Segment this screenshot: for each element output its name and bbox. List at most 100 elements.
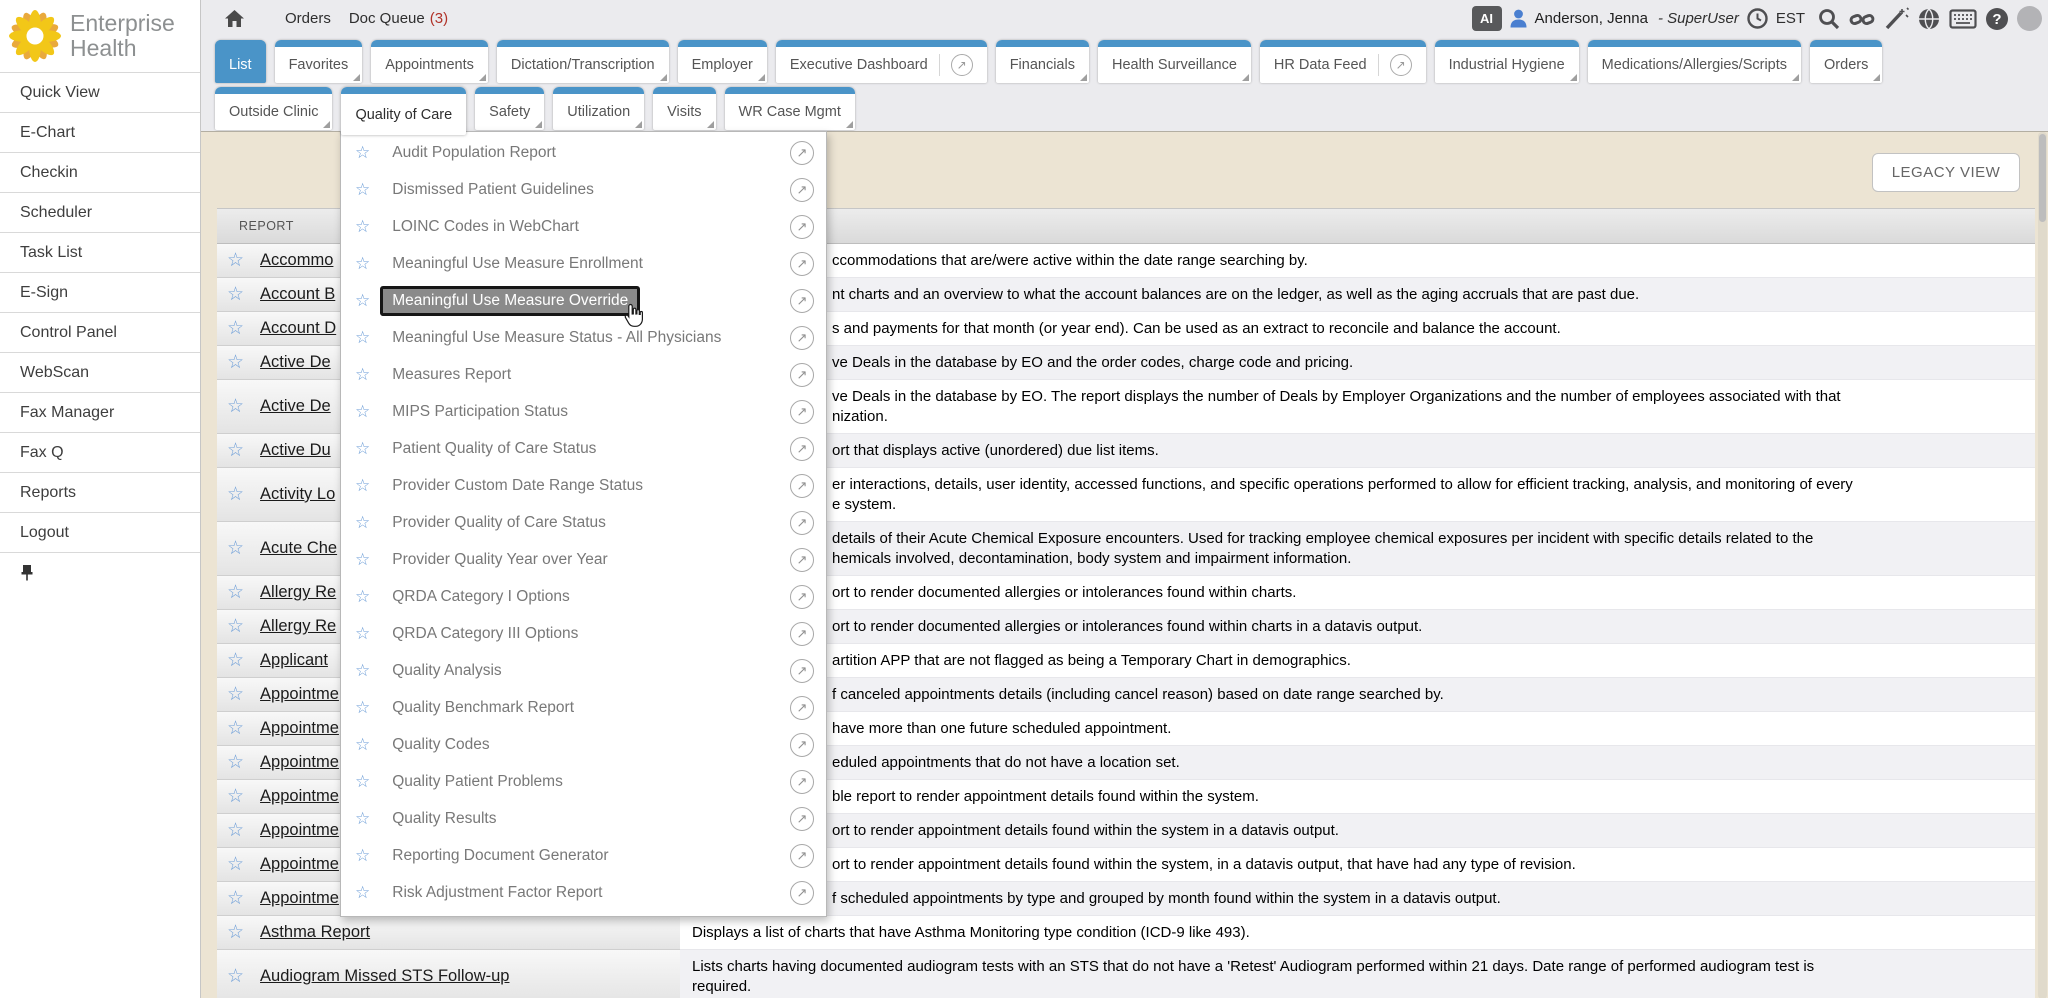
wand-icon[interactable] [1883, 7, 1909, 31]
favorite-star-icon[interactable] [227, 397, 244, 416]
menu-item[interactable]: Reporting Document Generator [341, 837, 826, 874]
sidebar-item[interactable]: Control Panel [0, 312, 200, 352]
report-link[interactable]: Acute Che [260, 539, 337, 558]
sidebar-item[interactable]: WebScan [0, 352, 200, 392]
favorite-star-icon[interactable] [355, 402, 370, 421]
open-report-icon[interactable] [790, 215, 814, 239]
favorite-star-icon[interactable] [355, 772, 370, 791]
favorite-star-icon[interactable] [355, 365, 370, 384]
menu-item[interactable]: Quality Results [341, 800, 826, 837]
link-icon[interactable] [1849, 7, 1875, 31]
report-link[interactable]: Appointme [260, 889, 339, 908]
favorite-star-icon[interactable] [355, 809, 370, 828]
sidebar-item[interactable]: E-Chart [0, 112, 200, 152]
open-report-icon[interactable] [790, 511, 814, 535]
favorite-star-icon[interactable] [227, 353, 244, 372]
favorite-star-icon[interactable] [227, 251, 244, 270]
open-report-icon[interactable] [790, 289, 814, 313]
favorite-star-icon[interactable] [227, 651, 244, 670]
menu-item[interactable]: Quality Codes [341, 726, 826, 763]
sidebar-item[interactable]: Logout [0, 512, 200, 552]
clock-icon[interactable] [1747, 8, 1768, 29]
favorite-star-icon[interactable] [227, 753, 244, 772]
report-link[interactable]: Appointme [260, 821, 339, 840]
menu-item[interactable]: Provider Quality Year over Year [341, 541, 826, 578]
favorite-star-icon[interactable] [227, 787, 244, 806]
open-report-icon[interactable] [790, 770, 814, 794]
tab[interactable]: Medications/Allergies/Scripts [1588, 40, 1801, 83]
open-report-icon[interactable] [790, 622, 814, 646]
favorite-star-icon[interactable] [227, 923, 244, 942]
open-report-icon[interactable] [790, 659, 814, 683]
open-report-icon[interactable] [790, 141, 814, 165]
open-report-icon[interactable] [790, 178, 814, 202]
breadcrumb-doc-queue[interactable]: Doc Queue [349, 10, 425, 27]
tab[interactable]: Quality of Care [341, 87, 466, 135]
open-report-icon[interactable] [790, 437, 814, 461]
menu-item[interactable]: Provider Quality of Care Status [341, 504, 826, 541]
tab[interactable]: Appointments [371, 40, 488, 83]
menu-item[interactable]: MIPS Participation Status [341, 393, 826, 430]
pin-icon[interactable] [20, 564, 34, 581]
report-link[interactable]: Accommo [260, 251, 333, 270]
report-link[interactable]: Appointme [260, 855, 339, 874]
menu-item[interactable]: Patient Quality of Care Status [341, 430, 826, 467]
report-link[interactable]: Appointme [260, 685, 339, 704]
favorite-star-icon[interactable] [355, 846, 370, 865]
tab[interactable]: Orders [1810, 40, 1882, 83]
tab[interactable]: List [215, 40, 266, 83]
user-name[interactable]: Anderson, Jenna [1535, 10, 1648, 27]
sidebar-item[interactable]: Reports [0, 472, 200, 512]
sidebar-item[interactable]: E-Sign [0, 272, 200, 312]
open-report-icon[interactable] [790, 326, 814, 350]
favorite-star-icon[interactable] [355, 735, 370, 754]
tab[interactable]: Safety [475, 87, 544, 130]
sidebar-item[interactable]: Fax Q [0, 432, 200, 472]
favorite-star-icon[interactable] [227, 485, 244, 504]
report-link[interactable]: Account B [260, 285, 335, 304]
open-report-icon[interactable] [790, 363, 814, 387]
tab[interactable]: Industrial Hygiene [1435, 40, 1579, 83]
sidebar-item[interactable]: Quick View [0, 72, 200, 112]
open-report-icon[interactable] [790, 252, 814, 276]
favorite-star-icon[interactable] [355, 698, 370, 717]
open-report-icon[interactable] [790, 474, 814, 498]
tab[interactable]: Executive Dashboard [776, 40, 987, 83]
menu-item[interactable]: QRDA Category I Options [341, 578, 826, 615]
sidebar-item[interactable]: Scheduler [0, 192, 200, 232]
report-link[interactable]: Active Du [260, 441, 331, 460]
breadcrumb-orders[interactable]: Orders [285, 10, 331, 27]
menu-item[interactable]: Measures Report [341, 356, 826, 393]
sidebar-item[interactable]: Checkin [0, 152, 200, 192]
favorite-star-icon[interactable] [227, 319, 244, 338]
ai-badge[interactable]: AI [1472, 6, 1502, 31]
open-report-icon[interactable] [790, 400, 814, 424]
keyboard-icon[interactable] [1949, 9, 1977, 29]
sidebar-item[interactable]: Task List [0, 232, 200, 272]
favorite-star-icon[interactable] [355, 550, 370, 569]
favorite-star-icon[interactable] [227, 617, 244, 636]
tab[interactable]: WR Case Mgmt [725, 87, 855, 130]
search-icon[interactable] [1817, 7, 1841, 31]
open-report-icon[interactable] [790, 548, 814, 572]
tab[interactable]: HR Data Feed [1260, 40, 1426, 83]
open-report-icon[interactable] [790, 733, 814, 757]
avatar[interactable] [2017, 6, 2042, 31]
report-link[interactable]: Active De [260, 353, 331, 372]
home-icon[interactable] [224, 9, 245, 28]
favorite-star-icon[interactable] [355, 439, 370, 458]
menu-item[interactable]: Meaningful Use Measure Enrollment [341, 245, 826, 282]
menu-item[interactable]: QRDA Category III Options [341, 615, 826, 652]
report-link[interactable]: Active De [260, 397, 331, 416]
open-report-icon[interactable] [790, 585, 814, 609]
menu-item[interactable]: Quality Analysis [341, 652, 826, 689]
tab[interactable]: Financials [996, 40, 1089, 83]
report-link[interactable]: Applicant [260, 651, 328, 670]
globe-icon[interactable] [1917, 7, 1941, 31]
tab[interactable]: Utilization [553, 87, 644, 130]
favorite-star-icon[interactable] [355, 180, 370, 199]
report-link[interactable]: Allergy Re [260, 583, 336, 602]
menu-item[interactable]: Meaningful Use Measure Override [341, 282, 826, 319]
menu-item[interactable]: Quality Patient Problems [341, 763, 826, 800]
tab[interactable]: Outside Clinic [215, 87, 332, 130]
